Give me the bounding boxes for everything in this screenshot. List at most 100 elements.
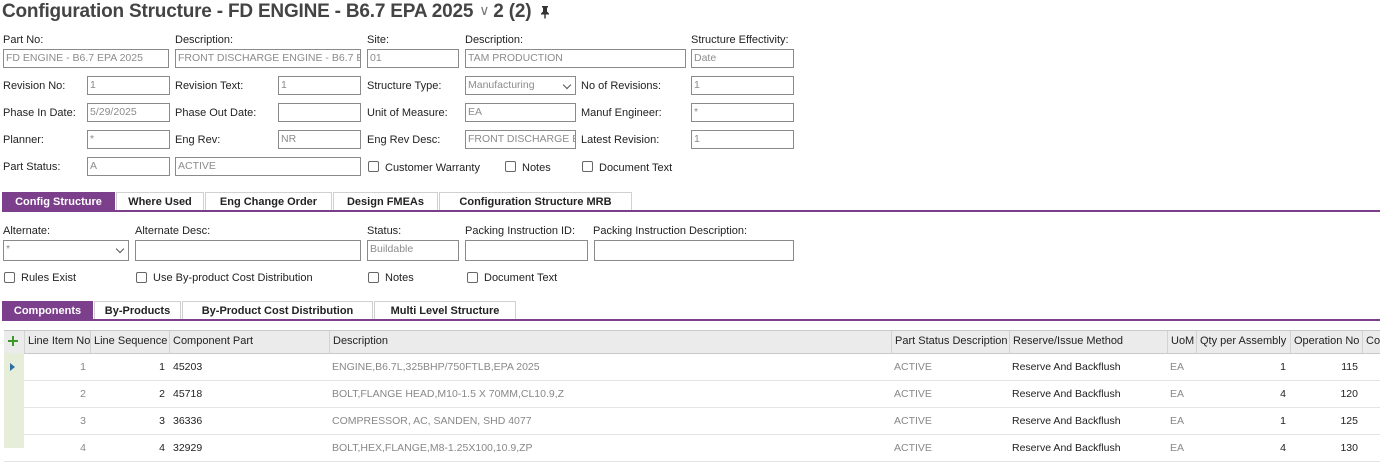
part-status-field[interactable]: A [87,157,170,176]
cell-line-sequence[interactable]: 2 [90,381,165,407]
cell-reserve-issue-method[interactable]: Reserve And Backflush [1012,381,1162,407]
tab-by-products[interactable]: By-Products [94,301,181,320]
tab-components[interactable]: Components [2,301,93,320]
packing-instruction-id-field[interactable] [465,240,588,261]
col-operation-no[interactable]: Operation No [1290,331,1362,353]
cell-qty-per-assembly[interactable]: 4 [1196,435,1286,461]
add-row-icon[interactable] [4,331,24,353]
cell-component-part[interactable]: 32929 [173,435,323,461]
cell-qty-per-assembly[interactable]: 1 [1196,408,1286,434]
unit-of-measure-field[interactable]: EA [465,103,576,122]
planner-field[interactable]: * [87,130,170,149]
chevron-down-icon[interactable]: ∨ [479,2,489,19]
tab-configuration-structure-mrb[interactable]: Configuration Structure MRB [439,192,632,211]
table-row[interactable]: 3 3 36336 COMPRESSOR, AC, SANDEN, SHD 4077 A… [4,408,1380,435]
no-of-revisions-field[interactable]: 1 [691,76,794,95]
cell-uom[interactable]: EA [1170,381,1194,407]
description-field[interactable]: FRONT DISCHARGE ENGINE - B6.7 EP [175,49,361,68]
cell-line-sequence[interactable]: 1 [90,354,165,380]
table-row[interactable]: 4 4 32929 BOLT,HEX,FLANGE,M8-1.25X100,10.9,… [4,435,1380,462]
structure-effectivity-field[interactable]: Date [691,49,794,68]
cell-operation-no[interactable]: 120 [1290,381,1358,407]
phase-in-date-field[interactable]: 5/29/2025 [87,103,170,122]
col-reserve-issue-method[interactable]: Reserve/Issue Method [1009,331,1167,353]
cell-description[interactable]: BOLT,FLANGE HEAD,M10-1.5 X 70MM,CL10.9,Z [332,381,887,407]
cell-reserve-issue-method[interactable]: Reserve And Backflush [1012,435,1162,461]
part-status-desc-field[interactable]: ACTIVE [175,157,361,176]
customer-warranty-checkbox[interactable] [368,161,379,172]
tab-where-used[interactable]: Where Used [116,192,204,211]
cell-line-item-no[interactable]: 3 [24,408,86,434]
cell-line-sequence[interactable]: 3 [90,408,165,434]
cell-component-part[interactable]: 45718 [173,381,323,407]
cell-reserve-issue-method[interactable]: Reserve And Backflush [1012,354,1162,380]
cell-description[interactable]: COMPRESSOR, AC, SANDEN, SHD 4077 [332,408,887,434]
cell-operation-no[interactable]: 115 [1290,354,1358,380]
eng-rev-desc-field[interactable]: FRONT DISCHARGE EN [465,130,576,149]
part-no-field[interactable]: FD ENGINE - B6.7 EPA 2025 [3,49,169,68]
cell-part-status[interactable]: ACTIVE [894,435,1004,461]
tab-multi-level-structure[interactable]: Multi Level Structure [374,301,516,320]
tab-by-product-cost-distribution[interactable]: By-Product Cost Distribution [182,301,373,320]
alternate-select[interactable]: * [3,240,129,261]
cell-qty-per-assembly[interactable]: 4 [1196,381,1286,407]
alternate-desc-field[interactable] [135,240,361,261]
tab-design-fmeas[interactable]: Design FMEAs [333,192,438,211]
tab-config-structure[interactable]: Config Structure [2,192,115,211]
cell-uom[interactable]: EA [1170,435,1194,461]
cell-line-item-no[interactable]: 1 [24,354,86,380]
no-of-revisions-label: No of Revisions: [581,80,662,92]
revision-no-field[interactable]: 1 [87,76,170,95]
cell-operation-no[interactable]: 130 [1290,435,1358,461]
revision-text-field[interactable]: 1 [278,76,361,95]
version-selector[interactable]: 2 (2) [493,1,531,22]
tab-eng-change-order[interactable]: Eng Change Order [205,192,332,211]
document-text-checkbox[interactable] [582,161,593,172]
cell-reserve-issue-method[interactable]: Reserve And Backflush [1012,408,1162,434]
cell-operation-no[interactable]: 125 [1290,408,1358,434]
cell-line-item-no[interactable]: 2 [24,381,86,407]
rules-exist-checkbox[interactable] [4,272,15,283]
site-field[interactable]: 01 [367,49,459,68]
col-part-status-description[interactable]: Part Status Description [891,331,1009,353]
planner-label: Planner: [3,134,44,146]
tab-divider-2 [2,319,1380,321]
phase-out-date-field[interactable] [278,103,361,122]
cell-component-part[interactable]: 45203 [173,354,323,380]
cell-component-part[interactable]: 36336 [173,408,323,434]
cell-line-item-no[interactable]: 4 [24,435,86,461]
col-line-item-no[interactable]: Line Item No [24,331,90,353]
manuf-engineer-field[interactable]: * [691,103,794,122]
cell-description[interactable]: ENGINE,B6.7L,325BHP/750FTLB,EPA 2025 [332,354,887,380]
cell-uom[interactable]: EA [1170,408,1194,434]
latest-revision-field[interactable]: 1 [691,130,794,149]
packing-instruction-id-label: Packing Instruction ID: [465,225,576,237]
cell-part-status[interactable]: ACTIVE [894,354,1004,380]
cell-line-sequence[interactable]: 4 [90,435,165,461]
site-description-field[interactable]: TAM PRODUCTION [465,49,686,68]
eng-rev-field[interactable]: NR [278,130,361,149]
config-notes-checkbox[interactable] [368,272,379,283]
packing-instruction-desc-field[interactable] [594,240,794,261]
cell-qty-per-assembly[interactable]: 1 [1196,354,1286,380]
config-document-text-checkbox[interactable] [467,272,478,283]
table-row[interactable]: 1 1 45203 ENGINE,B6.7L,325BHP/750FTLB,EPA 2… [4,354,1380,381]
alternate-label: Alternate: [3,225,51,237]
cell-part-status[interactable]: ACTIVE [894,408,1004,434]
structure-type-select[interactable]: Manufacturing [465,76,576,95]
col-qty-per-assembly[interactable]: Qty per Assembly [1196,331,1290,353]
cell-uom[interactable]: EA [1170,354,1194,380]
notes-checkbox[interactable] [505,161,516,172]
use-byproduct-checkbox[interactable] [136,272,147,283]
col-line-sequence[interactable]: Line Sequence [90,331,169,353]
page-title-text: Configuration Structure - FD ENGINE - B6… [2,1,474,22]
cell-part-status[interactable]: ACTIVE [894,381,1004,407]
cell-description[interactable]: BOLT,HEX,FLANGE,M8-1.25X100,10.9,ZP [332,435,887,461]
table-row[interactable]: 2 2 45718 BOLT,FLANGE HEAD,M10-1.5 X 70MM,C… [4,381,1380,408]
col-co[interactable]: Co [1362,331,1380,353]
status-field[interactable]: Buildable [367,240,459,261]
col-uom[interactable]: UoM [1167,331,1196,353]
pin-icon[interactable] [539,3,551,25]
col-component-part[interactable]: Component Part [169,331,329,353]
col-description[interactable]: Description [329,331,891,353]
